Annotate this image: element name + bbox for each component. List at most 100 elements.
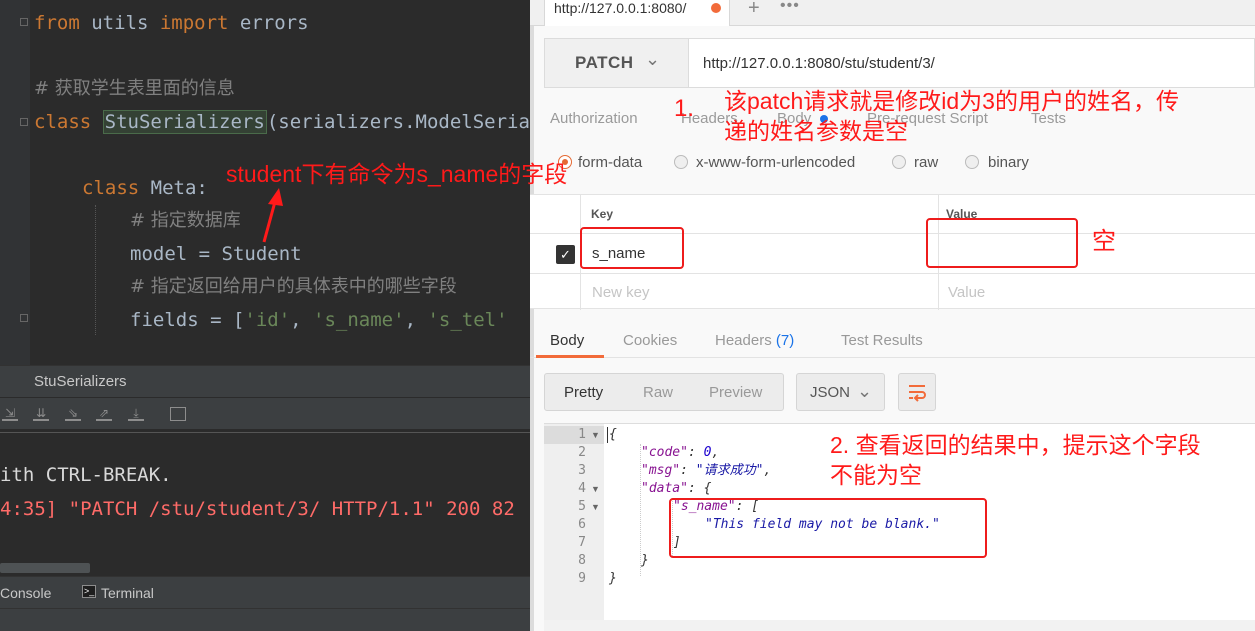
line-number: 2 [578,445,586,460]
request-tab[interactable]: http://127.0.0.1:8080/ [544,0,730,26]
scroll-icon[interactable]: ⇲ [2,407,18,421]
wrap-icon [909,385,926,402]
soft-wrap-icon[interactable]: ⇊ [33,407,49,421]
json-line: "data": { [641,481,712,496]
tab-cookies[interactable]: Cookies [623,332,677,349]
json-line: "code": 0, [641,445,720,460]
json-line: "msg": "请求成功", [641,463,772,478]
row-enabled-checkbox[interactable]: ✓ [556,245,575,264]
url-bar: PATCH ⌄ [544,38,1255,88]
radio-binary[interactable] [965,155,979,169]
tab-terminal[interactable]: Terminal [101,585,154,601]
view-preview-button[interactable]: Preview [709,384,762,401]
radio-label: x-www-form-urlencoded [696,154,856,171]
line-number: 8 [578,553,586,568]
code-line: class Meta: [82,177,208,199]
radio-raw[interactable] [892,155,906,169]
line-number: 4 [578,481,586,496]
run-toolbar: ⇲ ⇊ ⇘ ⇗ ⤓ [0,397,530,429]
fold-arrow-icon[interactable]: ▼ [591,480,600,498]
method-select[interactable]: PATCH ⌄ [545,39,689,87]
line-number: 9 [578,571,586,586]
text-cursor [607,427,608,443]
annotation-step1-text: 该patch请求就是修改id为3的用户的姓名，传 递的姓名参数是空 [724,88,1179,144]
request-tab-label: http://127.0.0.1:8080/ [554,0,687,16]
line-number: 6 [578,517,586,532]
annotation-step1-number: 1. [674,95,695,122]
response-tabs: Body Cookies Headers (7) Test Results [530,318,1255,358]
highlighted-class-name[interactable]: StuSerializers [102,110,267,134]
scroll-end-icon[interactable]: ⇘ [65,407,81,421]
method-label: PATCH [575,53,634,72]
radio-urlencoded[interactable] [674,155,688,169]
code-line: model = Student [130,243,302,265]
new-value-input[interactable]: Value [948,284,985,301]
fold-arrow-icon[interactable]: ▼ [591,426,600,444]
code-comment: # 获取学生表里面的信息 [34,78,235,99]
tab-label: Headers [715,332,772,349]
export-icon[interactable]: ⇗ [96,407,112,421]
annotation-student-field: student下有命令为s_name的字段 [226,161,568,187]
unsaved-dot-icon [711,3,721,13]
horizontal-scrollbar[interactable] [0,563,90,573]
format-select[interactable]: JSON ⌄ [796,373,885,411]
annotation-box-value [926,218,1078,268]
output-line: 4:35] "PATCH /stu/student/3/ HTTP/1.1" 2… [0,498,515,520]
json-line: } [609,571,617,586]
code-comment: # 指定返回给用户的具体表中的哪些字段 [130,276,457,297]
line-number: 1 [578,427,586,442]
annotation-box-response [669,498,987,558]
radio-label: raw [914,154,939,171]
tab-console[interactable]: Console [0,585,51,601]
code-comment: # 指定数据库 [130,210,241,231]
ide-panel: from utils import errors # 获取学生表里面的信息 cl… [0,0,530,631]
wrap-lines-button[interactable] [898,373,936,411]
code-line: class StuSerializers (serializers.ModelSe… [34,110,530,134]
status-bar [0,608,530,631]
breadcrumb[interactable]: StuSerializers [0,365,530,397]
view-raw-button[interactable]: Raw [643,384,673,401]
annotation-arrow-icon [262,188,283,243]
chevron-down-icon: ⌄ [857,381,873,401]
row-divider [530,273,1255,274]
format-label: JSON [810,384,851,401]
bottom-tool-tabs: Console >_ Terminal [0,576,530,608]
output-line: ith CTRL-BREAK. [0,464,172,486]
url-input[interactable] [689,39,1249,87]
json-line: { [609,427,617,442]
line-number-gutter: 1 ▼ 2 3 4 ▼ 5 ▼ 6 7 8 9 [544,424,604,631]
annotation-empty: 空 [1092,228,1116,255]
terminal-icon: >_ [82,585,96,598]
headers-count-badge: (7) [775,332,795,349]
key-column-header: Key [591,207,614,221]
chevron-down-icon: ⌄ [645,49,661,69]
annotation-box-key [580,227,684,269]
tab-authorization[interactable]: Authorization [550,110,638,127]
add-tab-icon[interactable]: + [748,0,760,20]
panel-divider [530,0,534,631]
filter-icon[interactable]: ⤓ [128,407,144,421]
layout-icon[interactable] [170,407,186,421]
indent-guide [95,205,96,335]
footer-bar [544,620,1255,631]
line-number: 3 [578,463,586,478]
new-key-input[interactable]: New key [592,284,650,301]
code-line: fields = ['id', 's_name', 's_tel' [130,309,508,331]
run-output: ith CTRL-BREAK. 4:35] "PATCH /stu/studen… [0,432,530,576]
radio-label: binary [988,154,1029,171]
view-pretty-button[interactable]: Pretty [564,384,603,401]
body-type-radios: form-data x-www-form-urlencoded raw bina… [530,146,1255,186]
more-icon[interactable]: ••• [780,0,800,15]
fold-arrow-icon[interactable]: ▼ [591,498,600,516]
tab-response-body[interactable]: Body [550,332,584,349]
active-tab-underline [536,355,604,358]
json-line: } [641,553,649,568]
line-number: 5 [578,499,586,514]
code-line: from utils import errors [34,12,309,34]
radio-label: form-data [578,154,643,171]
tab-response-headers[interactable]: Headers (7) [715,332,794,349]
annotation-step2-text: 2. 查看返回的结果中，提示这个字段 不能为空 [830,432,1201,488]
tab-test-results[interactable]: Test Results [841,332,923,349]
request-tab-bar: http://127.0.0.1:8080/ + ••• [530,0,1255,26]
view-mode-toggle: Pretty Raw Preview [544,373,784,411]
